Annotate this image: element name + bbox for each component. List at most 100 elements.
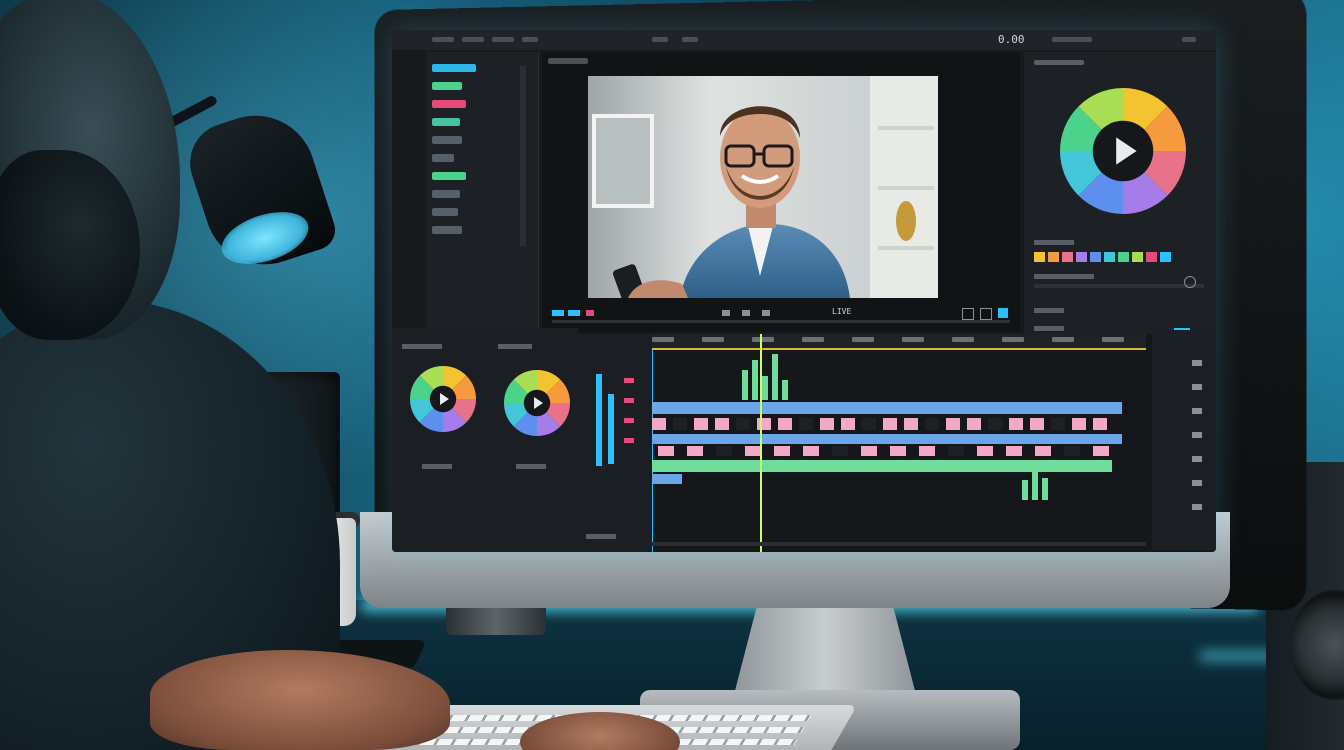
audio-waveform-bar: [742, 370, 748, 400]
track-headers: [578, 334, 653, 552]
color-swatch[interactable]: [1132, 252, 1143, 262]
panel-header[interactable]: [1052, 37, 1092, 42]
color-swatch[interactable]: [1076, 252, 1087, 262]
video-clip: [1051, 418, 1065, 430]
video-clip-lower: [774, 446, 790, 456]
fullscreen-button[interactable]: [962, 308, 974, 320]
timeline-tracks[interactable]: [652, 350, 1146, 540]
safe-area-button[interactable]: [980, 308, 992, 320]
track-mute-button[interactable]: [624, 418, 634, 423]
tool-button[interactable]: [1192, 384, 1202, 390]
media-item[interactable]: [432, 136, 462, 144]
color-swatch-row[interactable]: [1034, 252, 1204, 262]
media-item[interactable]: [432, 118, 460, 126]
audio-clip-short: [652, 474, 682, 484]
color-grading-panel: [1024, 52, 1216, 358]
timeline-scrollbar[interactable]: [652, 542, 1146, 546]
playhead[interactable]: [760, 334, 762, 552]
video-clip-lower: [803, 446, 819, 456]
color-swatch[interactable]: [1104, 252, 1115, 262]
slider-label: [1034, 326, 1064, 331]
track-mute-button[interactable]: [624, 378, 634, 383]
video-viewer-panel: LIVE: [542, 52, 1020, 332]
slider-label: [1034, 308, 1064, 313]
zoom-control[interactable]: [586, 534, 616, 539]
color-wheel-secondary-left[interactable]: [408, 364, 478, 434]
video-clip: [673, 418, 687, 430]
ruler-tick-label: [852, 337, 874, 342]
menu-item[interactable]: [462, 37, 484, 42]
tool-button[interactable]: [1192, 504, 1202, 510]
picture-frame: [592, 114, 654, 208]
adjust-slider[interactable]: [1034, 284, 1204, 288]
media-item[interactable]: [432, 154, 454, 162]
video-frame[interactable]: [588, 76, 938, 298]
color-swatch[interactable]: [1048, 252, 1059, 262]
scrub-bar[interactable]: [552, 320, 1010, 323]
video-clip-lower: [716, 446, 732, 456]
menu-item[interactable]: [652, 37, 668, 42]
menu-item[interactable]: [522, 37, 538, 42]
video-clip-lower: [861, 446, 877, 456]
output-button[interactable]: [998, 308, 1008, 318]
video-clip: [715, 418, 729, 430]
media-item[interactable]: [432, 226, 462, 234]
audio-waveform-bar: [1022, 480, 1028, 500]
media-item[interactable]: [432, 82, 462, 90]
gear-icon[interactable]: [1184, 276, 1196, 288]
next-frame-button[interactable]: [762, 310, 770, 316]
timeline-ruler[interactable]: [652, 334, 1146, 350]
track-mute-button[interactable]: [624, 438, 634, 443]
media-scrollbar[interactable]: [520, 66, 526, 246]
prev-frame-button[interactable]: [722, 310, 730, 316]
audio-waveform-bar: [762, 376, 768, 400]
tool-button[interactable]: [1192, 456, 1202, 462]
video-clip: [883, 418, 897, 430]
color-swatch[interactable]: [1062, 252, 1073, 262]
media-item[interactable]: [432, 208, 458, 216]
menu-item[interactable]: [682, 37, 698, 42]
color-swatch[interactable]: [1160, 252, 1171, 262]
color-wheel-secondary-right[interactable]: [502, 368, 572, 438]
media-item[interactable]: [432, 172, 466, 180]
color-wheel-main[interactable]: [1058, 86, 1188, 216]
audio-meter-right: [608, 394, 614, 464]
record-button[interactable]: [586, 310, 594, 316]
color-swatch[interactable]: [1118, 252, 1129, 262]
tool-button[interactable]: [1192, 408, 1202, 414]
ruler-tick-label: [902, 337, 924, 342]
menu-item[interactable]: [432, 37, 454, 42]
menu-item[interactable]: [492, 37, 514, 42]
tool-button[interactable]: [1192, 432, 1202, 438]
person-face: [720, 108, 800, 208]
play-button[interactable]: [742, 310, 750, 316]
media-item[interactable]: [432, 190, 460, 198]
video-clip-lower: [1006, 446, 1022, 456]
video-clip: [841, 418, 855, 430]
panel-label: [402, 344, 442, 349]
ruler-tick-label: [1002, 337, 1024, 342]
tool-button[interactable]: [1192, 360, 1202, 366]
video-clip-lower: [1035, 446, 1051, 456]
color-swatch[interactable]: [1034, 252, 1045, 262]
video-clip: [799, 418, 813, 430]
media-item[interactable]: [432, 64, 476, 72]
mark-in-button[interactable]: [552, 310, 564, 316]
video-clip: [778, 418, 792, 430]
color-swatch[interactable]: [1090, 252, 1101, 262]
ruler-tick-label: [702, 337, 724, 342]
track-mute-button[interactable]: [624, 398, 634, 403]
media-item[interactable]: [432, 100, 466, 108]
audio-waveform-bar: [1042, 478, 1048, 500]
video-clip: [946, 418, 960, 430]
mark-out-button[interactable]: [568, 310, 580, 316]
video-clip-track: [652, 402, 1122, 414]
audio-waveform-bar: [1032, 468, 1038, 500]
timeline-tool-strip: [1152, 330, 1216, 550]
ruler-tick-label: [1052, 337, 1074, 342]
window-control[interactable]: [1182, 37, 1196, 42]
video-clip: [925, 418, 939, 430]
tool-button[interactable]: [1192, 480, 1202, 486]
video-clip: [652, 418, 666, 430]
color-swatch[interactable]: [1146, 252, 1157, 262]
